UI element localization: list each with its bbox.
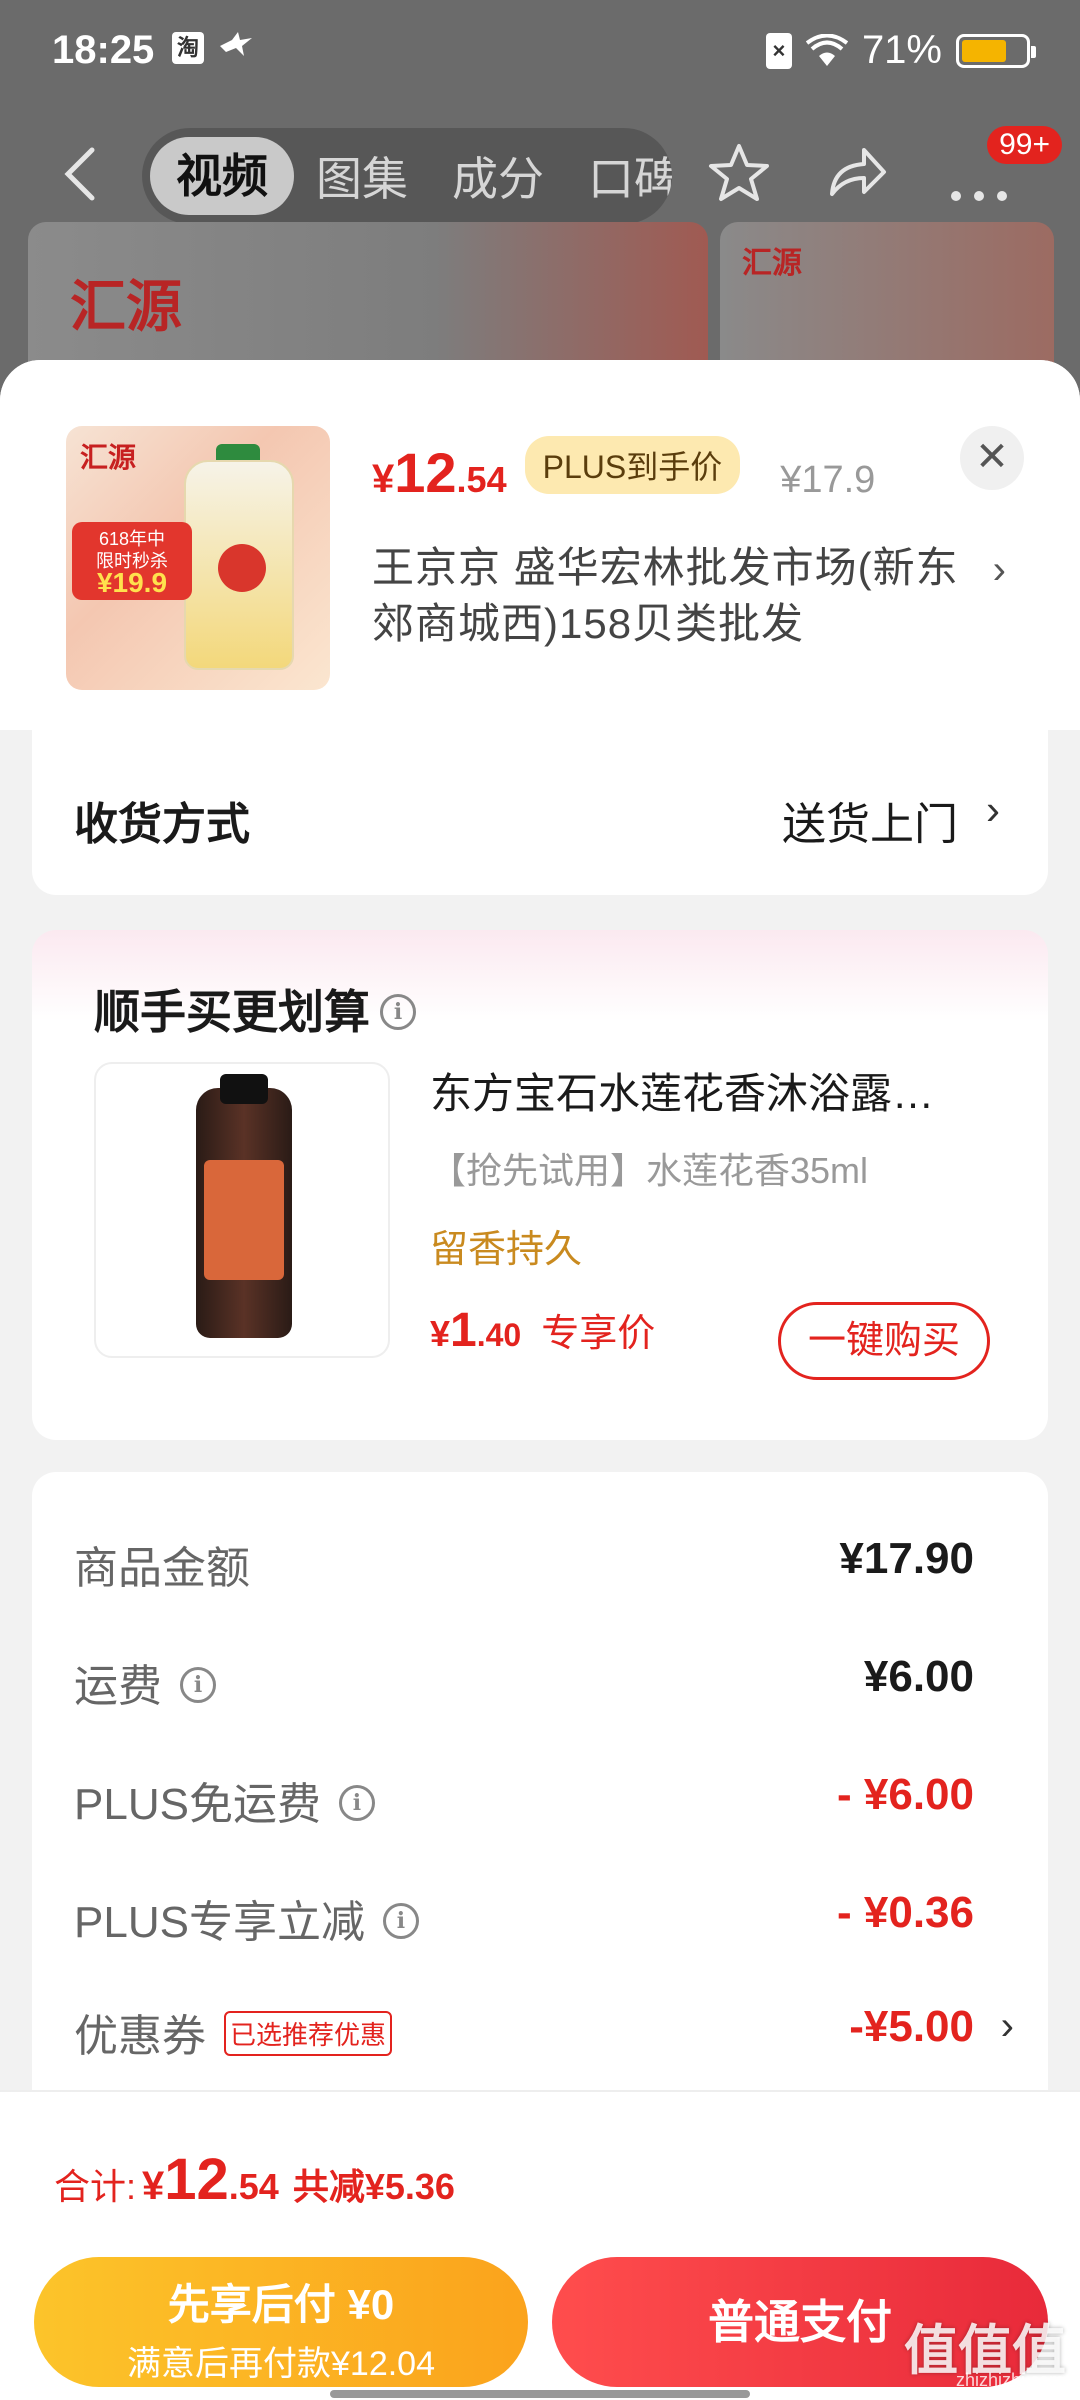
status-bar: 18:25 淘 × 71% xyxy=(0,0,1080,100)
currency-symbol: ¥ xyxy=(142,2164,165,2208)
watermark-url: zhizhizhi.com xyxy=(955,2370,1064,2390)
one-click-buy-button[interactable]: 一键购买 xyxy=(778,1302,990,1380)
summary-label: PLUS专享立减 i xyxy=(74,1886,419,1950)
upsell-product-desc: 【抢先试用】水莲花香35ml xyxy=(430,1150,869,1191)
promo-price: ¥19.9 xyxy=(96,567,168,598)
tab-reviews[interactable]: 口碑 xyxy=(566,143,672,209)
tab-ingredients[interactable]: 成分 xyxy=(430,143,566,209)
price-decimal: .40 xyxy=(476,1317,522,1353)
product-header: 汇源 618年中 限时秒杀 ¥19.9 ¥12.54 PLUS到手价 ¥17.9… xyxy=(0,360,1080,730)
bird-icon xyxy=(218,30,254,68)
promo-tag: 618年中 限时秒杀 ¥19.9 xyxy=(72,522,192,600)
summary-row-coupon[interactable]: 优惠券 已选推荐优惠 -¥5.00 › xyxy=(74,2000,1014,2070)
pay-later-button[interactable]: 先享后付 ¥0 满意后再付款¥12.04 xyxy=(34,2257,528,2387)
home-indicator[interactable] xyxy=(330,2390,750,2398)
sim-icon: × xyxy=(765,32,792,69)
apple-shape xyxy=(218,544,266,592)
info-icon[interactable]: i xyxy=(338,1785,375,1822)
summary-label-text: 优惠券 xyxy=(74,2012,206,2061)
upsell-product-tag: 留香持久 xyxy=(430,1229,583,1271)
summary-row-plus-discount: PLUS专享立减 i - ¥0.36 xyxy=(74,1886,1014,1956)
info-icon[interactable]: i xyxy=(380,993,416,1030)
delivery-label: 收货方式 xyxy=(74,800,250,849)
summary-value: - ¥6.00 xyxy=(837,1770,974,1819)
upsell-title-text: 顺手买更划算 xyxy=(94,986,370,1038)
summary-label-text: PLUS免运费 xyxy=(74,1780,321,1829)
promo-line-1: 618年中 xyxy=(98,529,166,549)
summary-label-text: 运费 xyxy=(74,1662,162,1711)
total-saved: 共减¥5.36 xyxy=(292,2166,455,2207)
price-integer: 12 xyxy=(394,441,457,504)
info-icon[interactable]: i xyxy=(180,1667,216,1704)
shop-address[interactable]: 王京京 盛华宏林批发市场(新东郊商城西)158贝类批发 xyxy=(372,540,992,652)
summary-label: PLUS免运费 i xyxy=(74,1768,375,1832)
status-right-group: × 71% xyxy=(765,28,1036,73)
product-thumbnail: 汇源 618年中 限时秒杀 ¥19.9 xyxy=(66,426,330,690)
total-line: 合计: ¥12.54 共减¥5.36 xyxy=(54,2146,455,2213)
summary-label: 运费 i xyxy=(74,1650,216,1714)
summary-label: 优惠券 已选推荐优惠 xyxy=(74,2000,393,2064)
coupon-badge: 已选推荐优惠 xyxy=(224,2010,393,2056)
share-icon[interactable] xyxy=(824,140,890,211)
back-icon[interactable] xyxy=(60,144,110,204)
battery-icon xyxy=(956,33,1036,68)
summary-row-plus-free-shipping: PLUS免运费 i - ¥6.00 xyxy=(74,1768,1014,1838)
price-integer: 1 xyxy=(450,1304,477,1357)
total-integer: 12 xyxy=(164,2147,229,2212)
battery-fill xyxy=(962,39,1007,62)
upsell-thumbnail[interactable] xyxy=(94,1062,390,1358)
summary-row-shipping: 运费 i ¥6.00 xyxy=(74,1650,1014,1720)
plus-price-tag: PLUS到手价 xyxy=(524,435,741,494)
upsell-product-name[interactable]: 东方宝石水莲花香沐浴露… xyxy=(430,1060,1010,1121)
summary-label: 商品金额 xyxy=(74,1544,250,1593)
battery-percent: 71% xyxy=(861,28,942,72)
pay-later-title: 先享后付 ¥0 xyxy=(167,2281,395,2328)
tab-video[interactable]: 视频 xyxy=(150,137,294,215)
summary-value: - ¥0.36 xyxy=(837,1888,974,1937)
product-nav-bar: 视频 图集 成分 口碑 99+ xyxy=(0,120,1080,230)
summary-value: ¥6.00 xyxy=(863,1652,974,1701)
price-decimal: .54 xyxy=(456,459,507,500)
delivery-method-row[interactable]: 收货方式 送货上门 › xyxy=(32,730,1048,895)
summary-value: ¥17.90 xyxy=(839,1534,974,1583)
upsell-title: 顺手买更划算 i xyxy=(94,976,416,1042)
thumb-brand-logo: 汇源 xyxy=(80,441,137,474)
delivery-value: 送货上门 xyxy=(782,800,958,849)
currency-symbol: ¥ xyxy=(372,457,395,501)
wifi-icon xyxy=(805,33,848,68)
brand-logo-small: 汇源 xyxy=(742,246,802,281)
original-price: ¥17.9 xyxy=(780,459,876,501)
upsell-price: ¥1.40 专享价 xyxy=(430,1302,655,1358)
taobao-icon: 淘 xyxy=(172,32,204,64)
info-icon[interactable]: i xyxy=(382,1903,419,1940)
summary-label-text: PLUS专享立减 xyxy=(74,1898,365,1947)
close-button[interactable]: ✕ xyxy=(960,426,1024,490)
message-badge: 99+ xyxy=(987,126,1062,164)
currency-symbol: ¥ xyxy=(430,1313,451,1354)
summary-row-subtotal: 商品金额 ¥17.90 xyxy=(74,1532,1014,1602)
media-tabs: 视频 图集 成分 口碑 xyxy=(142,128,672,224)
pay-later-subtitle: 满意后再付款¥12.04 xyxy=(127,2345,435,2383)
final-price: ¥12.54 xyxy=(372,440,507,505)
chevron-right-icon: › xyxy=(986,786,1000,833)
price-summary-card: 商品金额 ¥17.90 运费 i ¥6.00 PLUS免运费 i - ¥6.00 P… xyxy=(32,1472,1048,2122)
tab-gallery[interactable]: 图集 xyxy=(294,143,430,209)
bottle-label-shape xyxy=(204,1160,284,1280)
total-decimal: .54 xyxy=(228,2166,279,2207)
brand-logo: 汇源 xyxy=(70,274,182,340)
price-row: ¥12.54 PLUS到手价 ¥17.9 xyxy=(372,435,876,505)
total-label: 合计: xyxy=(54,2166,137,2207)
chevron-right-icon[interactable]: › xyxy=(993,548,1006,593)
summary-value: -¥5.00 xyxy=(849,2002,974,2051)
status-time: 18:25 xyxy=(52,28,155,72)
star-icon[interactable] xyxy=(706,140,772,211)
chevron-right-icon: › xyxy=(1000,2004,1014,2048)
exclusive-price-label: 专享价 xyxy=(541,1313,656,1355)
upsell-card: 顺手买更划算 i 东方宝石水莲花香沐浴露… 【抢先试用】水莲花香35ml 留香持久… xyxy=(32,930,1048,1440)
